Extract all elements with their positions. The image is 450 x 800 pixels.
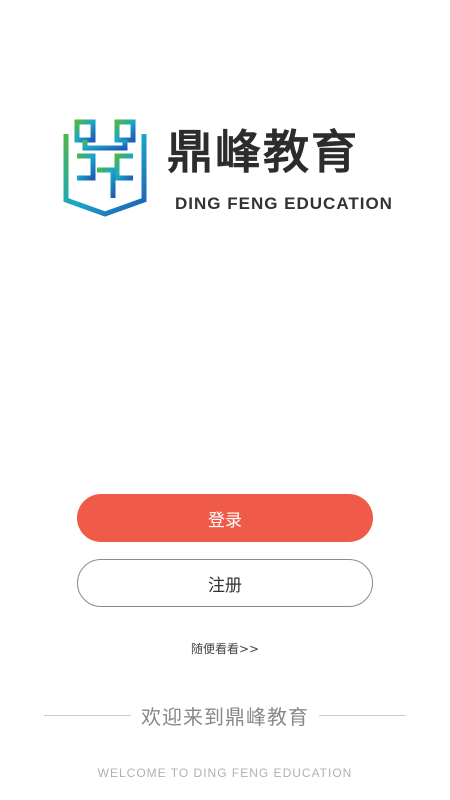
divider-left bbox=[44, 714, 131, 716]
brand-name-english: DING FENG EDUCATION bbox=[175, 194, 393, 213]
register-button[interactable]: 注册 bbox=[77, 559, 373, 607]
welcome-title: 欢迎来到鼎峰教育 bbox=[141, 704, 309, 729]
book-seal-icon bbox=[63, 119, 147, 217]
login-button[interactable]: 登录 bbox=[77, 494, 373, 542]
divider-right bbox=[319, 714, 406, 716]
browse-as-guest-link[interactable]: 随便看看>> bbox=[0, 640, 450, 657]
welcome-subtitle: WELCOME TO DING FENG EDUCATION bbox=[97, 766, 353, 780]
brand-logo: 鼎峰教育 DING FENG EDUCATION bbox=[63, 118, 393, 222]
welcome-banner: 欢迎来到鼎峰教育 bbox=[44, 700, 406, 730]
brand-name-chinese: 鼎峰教育 bbox=[167, 125, 359, 179]
